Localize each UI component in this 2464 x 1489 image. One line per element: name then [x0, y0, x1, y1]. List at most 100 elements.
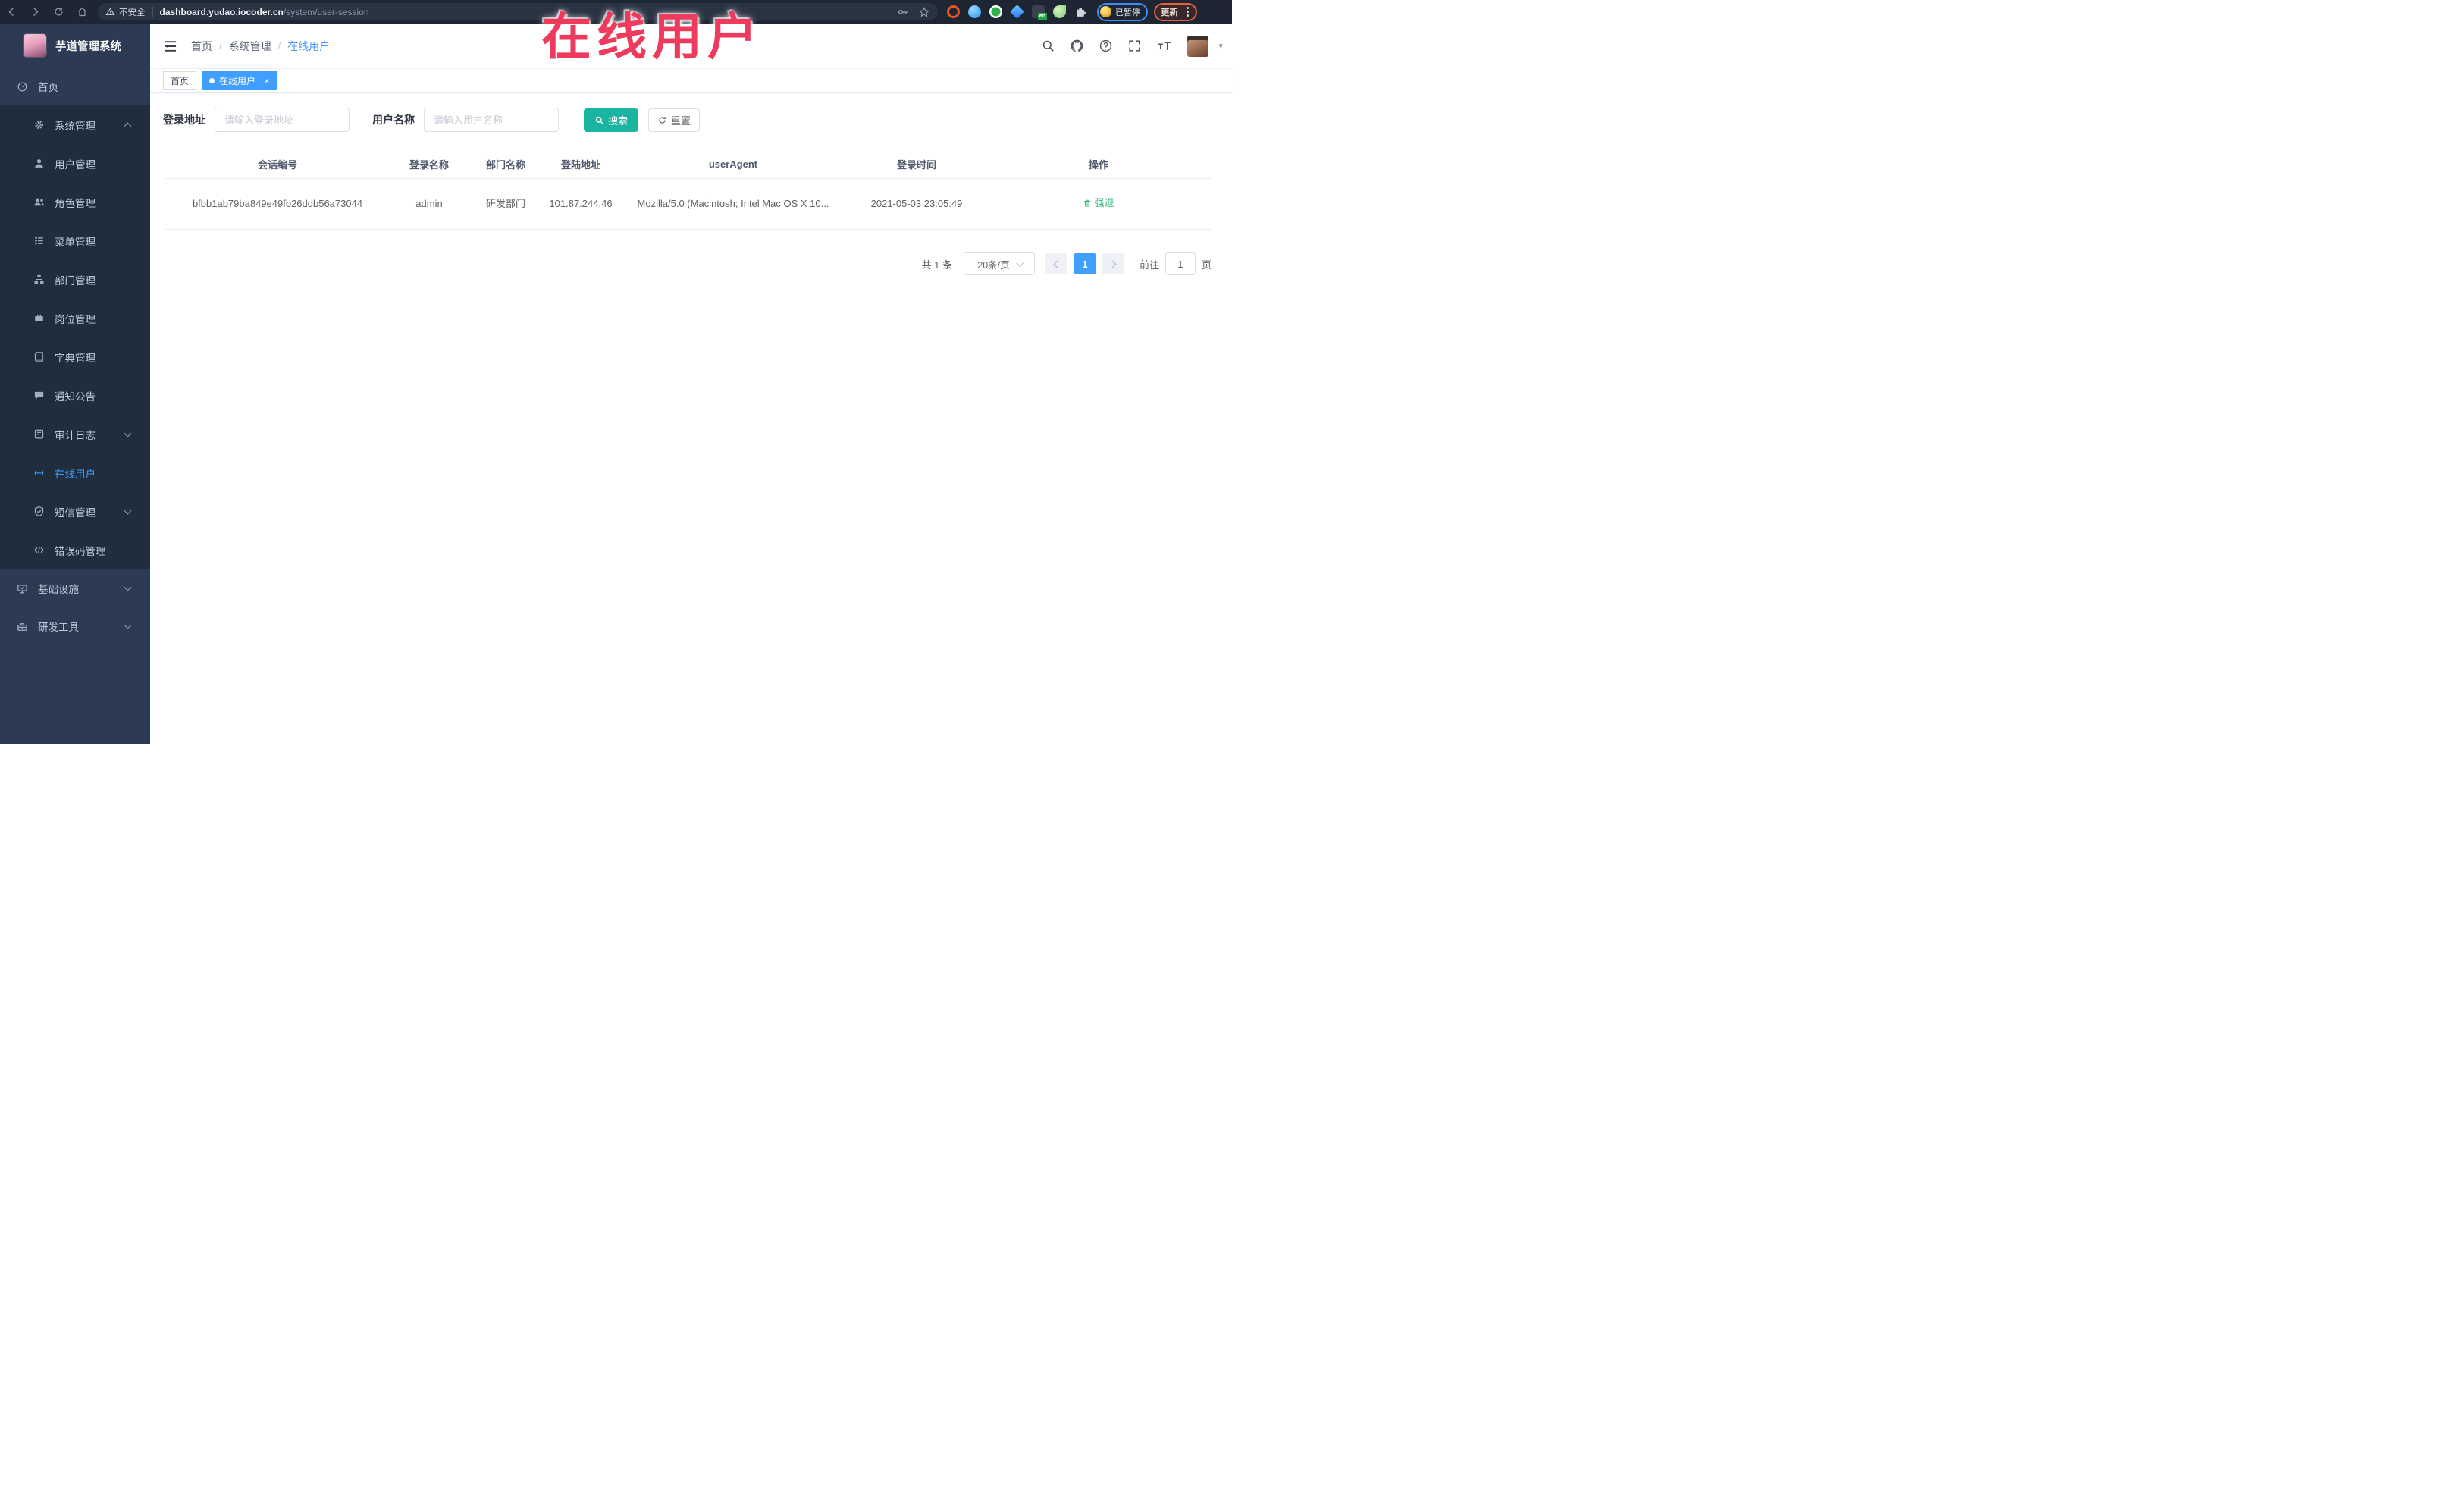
profile-emoji-icon: [1100, 6, 1111, 17]
sidebar-item-infrastructure[interactable]: 基础设施: [0, 569, 150, 607]
page-size-select[interactable]: 20条/页: [963, 252, 1035, 275]
reset-button[interactable]: 重置: [648, 108, 701, 132]
sidebar-item-audit-log[interactable]: 审计日志: [0, 415, 150, 453]
font-size-icon[interactable]: [1156, 39, 1173, 53]
sidebar-item-role-management[interactable]: 角色管理: [0, 183, 150, 221]
cell-dept-name: 研发部门: [469, 178, 543, 230]
browser-home-button[interactable]: [71, 0, 94, 24]
extension-blue-gem-icon[interactable]: [1010, 5, 1024, 19]
dashboard-icon: [17, 82, 27, 91]
next-page-button[interactable]: [1102, 253, 1124, 274]
sidebar-item-online-users[interactable]: 在线用户: [0, 453, 150, 492]
sessions-table: 会话编号 登录名称 部门名称 登陆地址 userAgent 登录时间 操作 bf…: [165, 149, 1212, 230]
sidebar-item-label: 用户管理: [55, 158, 96, 171]
extension-translator-icon[interactable]: en: [1032, 5, 1047, 20]
column-header-login-name: 登录名称: [390, 149, 469, 179]
sidebar-item-home[interactable]: 首页: [0, 67, 150, 105]
header-action-icons: [1041, 35, 1223, 57]
chevron-down-icon: [124, 583, 132, 591]
avatar-caret-down-icon[interactable]: [1218, 41, 1223, 51]
login-address-label: 登录地址: [163, 114, 205, 126]
page-unit-label: 页: [1201, 259, 1212, 271]
goto-page-input[interactable]: [1165, 252, 1196, 275]
infra-icon: [17, 584, 27, 593]
sidebar-item-post-management[interactable]: 岗位管理: [0, 299, 150, 337]
tab-home[interactable]: 首页: [163, 71, 197, 90]
breadcrumb-current: 在线用户: [287, 39, 331, 52]
browser-forward-button[interactable]: [24, 0, 47, 24]
force-logout-button[interactable]: 强退: [1083, 196, 1114, 211]
extensions-puzzle-icon[interactable]: [1074, 5, 1087, 18]
cell-actions: 强退: [986, 178, 1212, 230]
breadcrumb-separator: /: [277, 40, 281, 52]
forward-arrow-icon: [33, 8, 39, 16]
browser-reload-button[interactable]: [47, 0, 71, 24]
prev-page-button[interactable]: [1045, 253, 1067, 274]
sms-icon: [34, 506, 44, 517]
active-tab-dot-icon: [209, 78, 215, 83]
address-bar[interactable]: 不安全 dashboard.yudao.iocoder.cn /system/u…: [98, 3, 938, 20]
extension-orange-ring-icon[interactable]: [947, 5, 960, 18]
breadcrumb-system[interactable]: 系统管理: [229, 39, 271, 54]
app-logo-image: [24, 34, 46, 57]
breadcrumb: 首页 / 系统管理 / 在线用户: [191, 39, 330, 54]
column-header-login-time: 登录时间: [848, 149, 986, 179]
bookmark-star-icon[interactable]: [918, 6, 930, 18]
reload-icon: [55, 8, 63, 16]
table-header-row: 会话编号 登录名称 部门名称 登陆地址 userAgent 登录时间 操作: [165, 149, 1212, 179]
sidebar-item-error-code[interactable]: 错误码管理: [0, 531, 150, 569]
sidebar-item-menu-management[interactable]: 菜单管理: [0, 221, 150, 260]
help-icon[interactable]: [1099, 39, 1113, 53]
sidebar-item-system-management[interactable]: 系统管理: [0, 105, 150, 144]
page-number-1[interactable]: 1: [1074, 253, 1096, 274]
sidebar-item-notice[interactable]: 通知公告: [0, 376, 150, 415]
fullscreen-icon[interactable]: [1127, 39, 1142, 53]
breadcrumb-separator: /: [219, 40, 222, 52]
browser-back-button[interactable]: [0, 0, 24, 24]
url-path[interactable]: /system/user-session: [284, 7, 888, 17]
password-key-icon[interactable]: [897, 6, 909, 18]
sidebar-item-label: 研发工具: [38, 622, 79, 633]
close-icon[interactable]: [264, 76, 270, 86]
sidebar-collapse-icon[interactable]: [163, 39, 178, 54]
sidebar-item-sms-management[interactable]: 短信管理: [0, 492, 150, 531]
goto-label: 前往: [1139, 259, 1159, 271]
error-code-icon: [33, 547, 45, 553]
extension-blue-drop-icon[interactable]: [968, 5, 981, 18]
sidebar-item-dict-management[interactable]: 字典管理: [0, 337, 150, 376]
user-avatar[interactable]: [1187, 35, 1209, 57]
role-icon: [34, 198, 44, 206]
profile-paused-chip[interactable]: 已暂停: [1097, 2, 1148, 21]
devtools-icon: [17, 622, 27, 631]
refresh-icon: [659, 116, 666, 124]
app-logo-row[interactable]: 芋道管理系统: [0, 24, 150, 67]
cell-login-ip: 101.87.244.46: [543, 178, 619, 230]
column-header-session-id: 会话编号: [165, 149, 390, 179]
sidebar-item-label: 基础设施: [38, 584, 79, 595]
not-secure-label[interactable]: 不安全: [119, 6, 146, 18]
tab-online-users[interactable]: 在线用户: [202, 71, 277, 90]
breadcrumb-home[interactable]: 首页: [191, 39, 212, 54]
sidebar-item-user-management[interactable]: 用户管理: [0, 144, 150, 183]
pagination-total: 共 1 条: [921, 259, 952, 271]
sidebar-item-dept-management[interactable]: 部门管理: [0, 260, 150, 299]
system-management-group: 系统管理 用户管理 角色管理 菜单管理 部门管理 岗位管理 字典管理 通知公告 …: [0, 105, 150, 569]
search-icon: [595, 116, 603, 124]
search-icon[interactable]: [1041, 39, 1055, 53]
sidebar-item-label: 部门管理: [55, 274, 96, 287]
extension-green-circle-icon[interactable]: [989, 5, 1002, 18]
search-button-label: 搜索: [608, 114, 629, 127]
username-input[interactable]: [424, 108, 559, 132]
sidebar-item-label: 字典管理: [55, 352, 96, 364]
extension-green-leaf-icon[interactable]: [1053, 5, 1066, 18]
github-icon[interactable]: [1070, 39, 1084, 53]
login-address-input[interactable]: [215, 108, 350, 132]
browser-menu-dots-icon[interactable]: [1187, 11, 1189, 13]
sidebar-item-dev-tools[interactable]: 研发工具: [0, 607, 150, 645]
app-title: 芋道管理系统: [55, 40, 121, 53]
browser-update-button[interactable]: 更新: [1154, 2, 1197, 21]
url-domain[interactable]: dashboard.yudao.iocoder.cn: [160, 7, 284, 17]
search-button[interactable]: 搜索: [584, 108, 639, 132]
sidebar-item-label: 错误码管理: [55, 545, 106, 557]
not-secure-warning-icon: [105, 8, 115, 16]
